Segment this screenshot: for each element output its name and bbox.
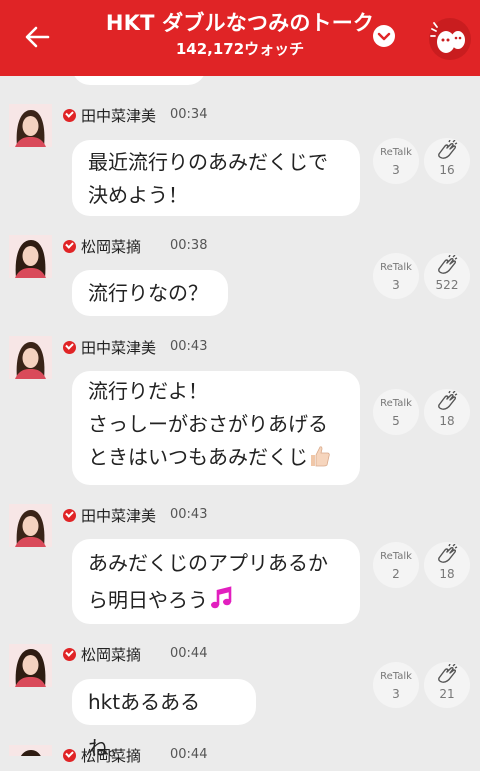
message-time: 00:44 [170,646,208,661]
message-line: あみだくじのアプリあるか [88,551,328,575]
avatar[interactable] [9,235,52,278]
app-header: HKT ダブルなつみのトーク 142,172ウォッチ [0,0,480,76]
check-badge-icon [63,648,76,661]
sender-name[interactable]: 松岡菜摘 [81,236,141,257]
message-line: 最近流行りのあみだくじで [88,150,328,174]
retalk-label: ReTalk [380,398,412,409]
message-line: 流行りなの？ [88,281,208,305]
avatar-photo [9,336,52,379]
clap-icon [438,255,458,274]
clap-button[interactable]: 21 [424,662,470,708]
message-bubble[interactable]: 最近流行りのあみだくじで 決めよう！ [72,140,360,216]
message-bubble[interactable]: 流行りだよ！ さっしーがおさがりあげる ときはいつもあみだくじ [72,371,360,485]
avatar[interactable] [9,104,52,147]
retalk-count: 3 [392,163,400,177]
message-line: さっしーがおさがりあげる [88,412,328,436]
retalk-button[interactable]: ReTalk 5 [373,389,419,435]
avatar-photo [9,104,52,147]
check-badge-icon [63,240,76,253]
avatar-photo [9,504,52,547]
sender-name[interactable]: 田中菜津美 [81,505,156,526]
message-time: 00:38 [170,238,208,253]
message-time: 00:34 [170,107,208,122]
page-title: HKT ダブルなつみのトーク [105,11,375,35]
thumbs-up-icon [311,446,330,467]
clap-icon [438,140,458,159]
message-bubble[interactable]: あみだくじのアプリあるか ら明日やろう [72,539,360,624]
retalk-button[interactable]: ReTalk 3 [373,662,419,708]
message-bubble[interactable]: hktあるあるね。 [72,679,256,760]
clap-count: 21 [439,687,455,701]
retalk-label: ReTalk [380,147,412,158]
check-badge-icon [63,341,76,354]
retalk-label: ReTalk [380,671,412,682]
clap-icon [438,664,458,683]
sender-name[interactable]: 田中菜津美 [81,105,156,126]
retalk-count: 2 [392,567,400,581]
avatar-photo [9,644,52,687]
clap-button[interactable]: 16 [424,138,470,184]
clap-count: 18 [439,414,455,428]
retalk-button[interactable]: ReTalk 3 [373,253,419,299]
retalk-button[interactable]: ReTalk 2 [373,542,419,588]
check-badge-icon [63,509,76,522]
avatar-photo [9,235,52,278]
avatar[interactable] [9,745,52,756]
retalk-label: ReTalk [380,551,412,562]
clap-count: 16 [439,163,455,177]
message-line: ときはいつもあみだくじ [88,445,308,469]
chevron-down-icon [377,32,391,41]
message-time: 00:43 [170,507,208,522]
watch-count: 142,172ウォッチ [175,40,305,58]
retalk-button[interactable]: ReTalk 3 [373,138,419,184]
retalk-count: 5 [392,414,400,428]
message-line: ら明日やろう [88,588,208,612]
retalk-label: ReTalk [380,262,412,273]
mascot-icon[interactable] [428,17,472,61]
clap-button[interactable]: 18 [424,389,470,435]
clap-icon [438,391,458,410]
retalk-count: 3 [392,687,400,701]
message-bubble[interactable]: 流行りなの？ [72,270,228,316]
clap-count: 18 [439,567,455,581]
clap-button[interactable]: 522 [424,253,470,299]
music-note-icon [211,586,232,609]
message-line: 流行りだよ！ [88,379,208,403]
dropdown-button[interactable] [373,25,395,47]
check-badge-icon [63,109,76,122]
sender-name[interactable]: 松岡菜摘 [81,644,141,665]
avatar-photo [9,745,52,756]
clap-button[interactable]: 18 [424,542,470,588]
clap-icon [438,544,458,563]
clap-count: 522 [435,278,459,292]
avatar[interactable] [9,504,52,547]
message-time: 00:44 [170,747,208,762]
message-time: 00:43 [170,339,208,354]
avatar[interactable] [9,336,52,379]
sender-name[interactable]: 田中菜津美 [81,337,156,358]
message-line: 決めよう！ [88,183,188,207]
avatar[interactable] [9,644,52,687]
retalk-count: 3 [392,278,400,292]
